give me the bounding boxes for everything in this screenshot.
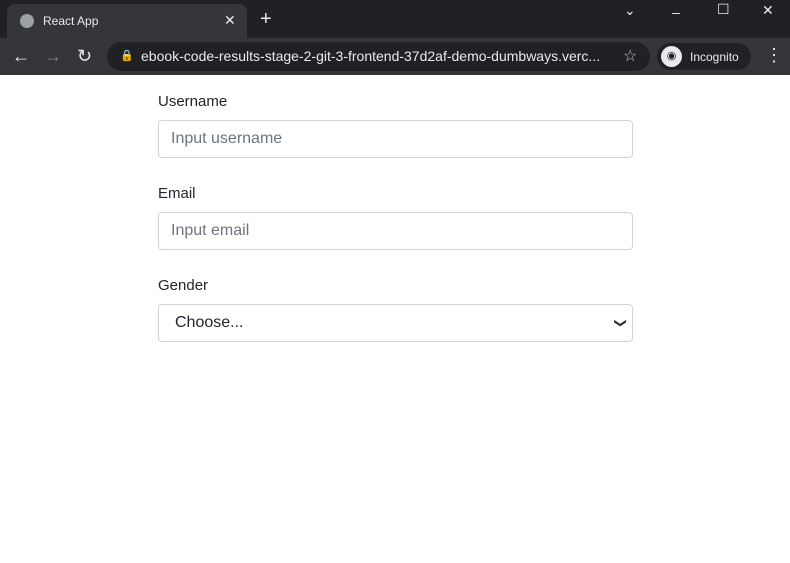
gender-label: Gender	[158, 277, 209, 294]
gender-value: Choose...	[175, 314, 244, 331]
incognito-icon: ◉	[661, 46, 682, 67]
chevron-down-icon: ❯	[613, 317, 628, 329]
globe-icon	[20, 14, 34, 28]
new-tab-button[interactable]: +	[260, 8, 272, 31]
close-tab-icon[interactable]: ✕	[224, 12, 236, 29]
title-bar: React App ✕ + ⌄ – ☐ ✕	[0, 0, 790, 38]
email-label: Email	[158, 185, 196, 202]
back-icon[interactable]: ←	[12, 46, 30, 67]
incognito-label: Incognito	[690, 50, 739, 64]
bookmark-star-icon[interactable]: ☆	[623, 46, 637, 66]
url-text: ebook-code-results-stage-2-git-3-fronten…	[141, 48, 601, 64]
toolbar: ← → ↻ 🔒 ebook-code-results-stage-2-git-3…	[0, 38, 790, 75]
maximize-button[interactable]: ☐	[717, 1, 730, 18]
tab-title: React App	[43, 14, 99, 28]
address-bar[interactable]: 🔒 ebook-code-results-stage-2-git-3-front…	[107, 42, 650, 71]
gender-select[interactable]: Choose... ❯	[158, 304, 633, 342]
incognito-badge[interactable]: ◉ Incognito	[657, 43, 751, 70]
username-label: Username	[158, 93, 228, 110]
user-form: Username Input username Email Input emai…	[158, 93, 633, 369]
tab-search-icon[interactable]: ⌄	[624, 2, 636, 19]
minimize-button[interactable]: –	[672, 4, 680, 20]
forward-icon[interactable]: →	[44, 46, 62, 67]
more-menu-icon[interactable]: ⋮	[765, 45, 783, 66]
reload-icon[interactable]: ↻	[77, 46, 92, 67]
email-input[interactable]: Input email	[158, 212, 633, 250]
close-window-button[interactable]: ✕	[762, 2, 774, 19]
lock-icon: 🔒	[120, 50, 134, 62]
username-input[interactable]: Input username	[158, 120, 633, 158]
browser-tab[interactable]: React App ✕	[7, 4, 247, 38]
